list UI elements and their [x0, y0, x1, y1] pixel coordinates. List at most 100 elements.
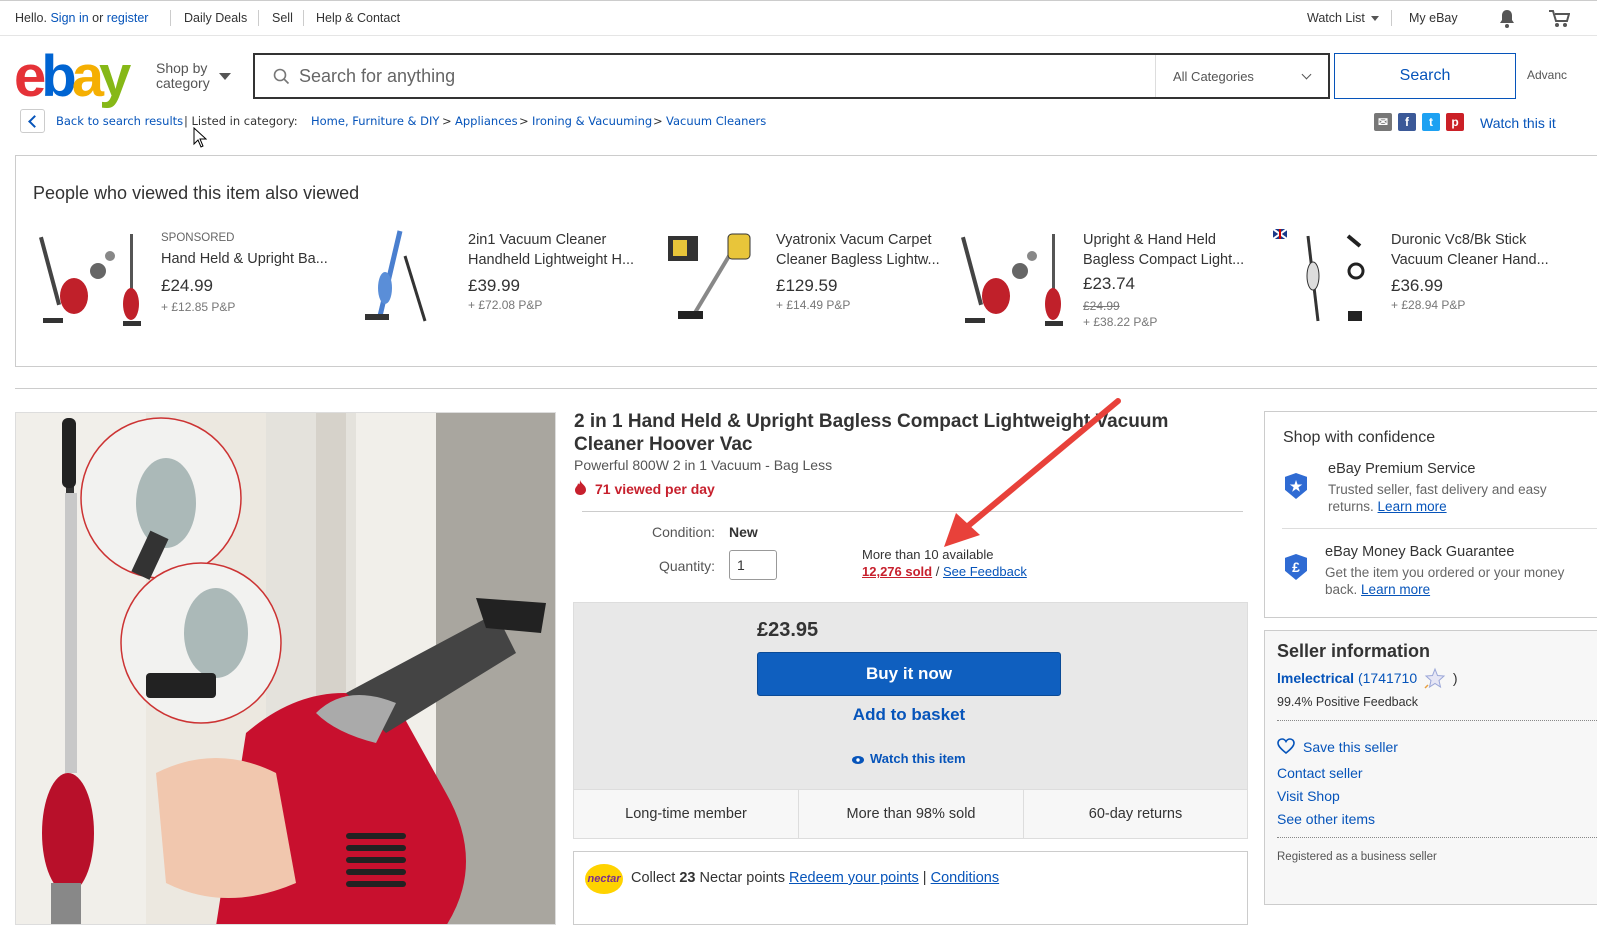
also-viewed-item[interactable]: Upright & Hand Held Bagless Compact Ligh…: [960, 226, 1260, 336]
see-feedback-link[interactable]: See Feedback: [943, 564, 1027, 579]
sell-link[interactable]: Sell: [272, 11, 293, 25]
watch-list-link[interactable]: Watch List: [1307, 11, 1380, 25]
feature-sold-rate: More than 98% sold: [846, 806, 976, 822]
item-title[interactable]: 2in1 Vacuum Cleaner Handheld Lightweight…: [468, 231, 648, 270]
breadcrumb-appliances[interactable]: Appliances: [455, 114, 518, 128]
search-input[interactable]: Search for anything: [299, 66, 455, 87]
quantity-input[interactable]: 1: [729, 550, 777, 580]
positive-feedback: 99.4% Positive Feedback: [1277, 695, 1419, 709]
nectar-separator: |: [922, 870, 927, 886]
viewed-per-day: 71 viewed per day: [595, 481, 715, 497]
chevron-down-icon: [1301, 69, 1312, 80]
premium-learn-more-link[interactable]: Learn more: [1378, 499, 1447, 514]
back-arrow-icon[interactable]: [20, 109, 45, 133]
money-back-learn-more-link[interactable]: Learn more: [1361, 582, 1430, 597]
product-title: 2 in 1 Hand Held & Upright Bagless Compa…: [574, 411, 1169, 455]
also-viewed-item[interactable]: Duronic Vc8/Bk Stick Vacuum Cleaner Hand…: [1268, 226, 1568, 336]
hello-label: Hello.: [15, 11, 47, 25]
my-ebay-link[interactable]: My eBay: [1409, 11, 1458, 25]
facebook-icon[interactable]: f: [1398, 113, 1416, 131]
shop-by-category-button[interactable]: Shop by category: [156, 61, 210, 91]
shooting-star-icon: [1424, 667, 1446, 692]
product-thumbnail[interactable]: [38, 226, 141, 331]
buy-it-now-button[interactable]: Buy it now: [757, 652, 1061, 696]
divider: [1282, 528, 1597, 529]
search-button[interactable]: Search: [1334, 53, 1516, 99]
watch-this-item-button[interactable]: Watch this item: [852, 751, 966, 767]
also-viewed-item[interactable]: 2in1 Vacuum Cleaner Handheld Lightweight…: [345, 226, 645, 336]
visit-shop-link[interactable]: Visit Shop: [1277, 788, 1340, 804]
sold-count-link[interactable]: 12,276 sold: [862, 564, 932, 579]
logo-letter-e: e: [14, 44, 46, 109]
product-subtitle: Powerful 800W 2 in 1 Vacuum - Bag Less: [574, 457, 833, 473]
item-title[interactable]: Upright & Hand Held Bagless Compact Ligh…: [1083, 231, 1263, 270]
product-thumbnail[interactable]: [960, 226, 1063, 331]
breadcrumb-home-furniture[interactable]: Home, Furniture & DIY: [311, 114, 439, 128]
money-back-text: Get the item you ordered or your money b…: [1325, 564, 1565, 598]
twitter-icon[interactable]: t: [1422, 113, 1440, 131]
item-title[interactable]: Hand Held & Upright Ba...: [161, 250, 341, 270]
also-viewed-item[interactable]: Vyatronix Vacum Carpet Cleaner Bagless L…: [653, 226, 953, 336]
item-postage: + £72.08 P&P: [468, 298, 543, 312]
or-label: or: [92, 11, 104, 25]
breadcrumb-vacuum-cleaners[interactable]: Vacuum Cleaners: [666, 114, 766, 128]
money-back-title: eBay Money Back Guarantee: [1325, 544, 1515, 560]
divider: [1155, 55, 1156, 97]
daily-deals-link[interactable]: Daily Deals: [184, 11, 247, 25]
seller-feedback-score[interactable]: (1741710: [1358, 670, 1417, 686]
ebay-logo[interactable]: ebay: [14, 48, 131, 106]
breadcrumb-ironing[interactable]: Ironing & Vacuuming: [532, 114, 652, 128]
cart-icon[interactable]: [1548, 9, 1571, 32]
back-to-search-link[interactable]: Back to search results: [56, 114, 183, 128]
seller-info-title: Seller information: [1277, 641, 1431, 661]
seller-user-line: lmelectrical (1741710 ): [1277, 667, 1458, 692]
see-other-items-link[interactable]: See other items: [1277, 811, 1375, 827]
logo-letter-b: b: [41, 44, 77, 109]
product-thumbnail[interactable]: [653, 226, 753, 331]
bell-icon[interactable]: [1498, 9, 1516, 32]
slash-separator: /: [935, 564, 940, 579]
hello-text: Hello. Sign in or register: [15, 11, 148, 25]
condition-label: Condition:: [651, 524, 715, 540]
watch-this-item-top-link[interactable]: Watch this it: [1480, 115, 1556, 131]
nectar-points-count: 23: [679, 870, 696, 886]
help-contact-link[interactable]: Help & Contact: [316, 11, 400, 25]
item-title[interactable]: Vyatronix Vacum Carpet Cleaner Bagless L…: [776, 231, 956, 270]
main-product-image[interactable]: [15, 412, 556, 925]
breadcrumb-separator: >: [653, 114, 663, 128]
logo-letter-a: a: [71, 44, 104, 109]
registered-business-seller: Registered as a business seller: [1277, 851, 1437, 863]
contact-seller-link[interactable]: Contact seller: [1277, 765, 1363, 781]
divider: [15, 388, 1597, 389]
product-thumbnail[interactable]: [345, 226, 445, 331]
seller-score-close: ): [1452, 670, 1458, 687]
divider: [170, 10, 171, 26]
redeem-points-link[interactable]: Redeem your points: [789, 870, 919, 886]
heart-icon[interactable]: [1277, 738, 1295, 757]
save-seller-link[interactable]: Save this seller: [1303, 739, 1398, 755]
product-thumbnail[interactable]: [1268, 226, 1368, 331]
pinterest-icon[interactable]: p: [1446, 113, 1464, 131]
nectar-collect-label: Collect: [631, 870, 676, 886]
email-icon[interactable]: ✉: [1374, 113, 1392, 131]
mouse-cursor-icon: [193, 126, 208, 152]
advanced-search-link[interactable]: Advanc: [1527, 68, 1567, 82]
quantity-label: Quantity:: [658, 558, 715, 574]
item-title[interactable]: Duronic Vc8/Bk Stick Vacuum Cleaner Hand…: [1391, 231, 1571, 270]
product-price: £23.95: [757, 619, 819, 641]
divider: [582, 511, 1243, 512]
seller-name-link[interactable]: lmelectrical: [1277, 670, 1354, 686]
sign-in-link[interactable]: Sign in: [50, 11, 88, 25]
also-viewed-item[interactable]: SPONSORED Hand Held & Upright Ba... £24.…: [38, 226, 338, 336]
item-price: £23.74: [1083, 274, 1135, 293]
category-select[interactable]: All Categories: [1173, 69, 1254, 84]
shop-by-label: Shop by: [156, 60, 208, 76]
conditions-link[interactable]: Conditions: [931, 870, 1000, 886]
divider: [303, 10, 304, 26]
top-bar: Hello. Sign in or register Daily Deals S…: [0, 0, 1597, 36]
register-link[interactable]: register: [107, 11, 149, 25]
sold-line: 12,276 sold / See Feedback: [862, 564, 1027, 579]
item-postage: + £28.94 P&P: [1391, 298, 1466, 312]
add-to-basket-button[interactable]: Add to basket: [757, 705, 1061, 725]
condition-value: New: [729, 524, 758, 540]
